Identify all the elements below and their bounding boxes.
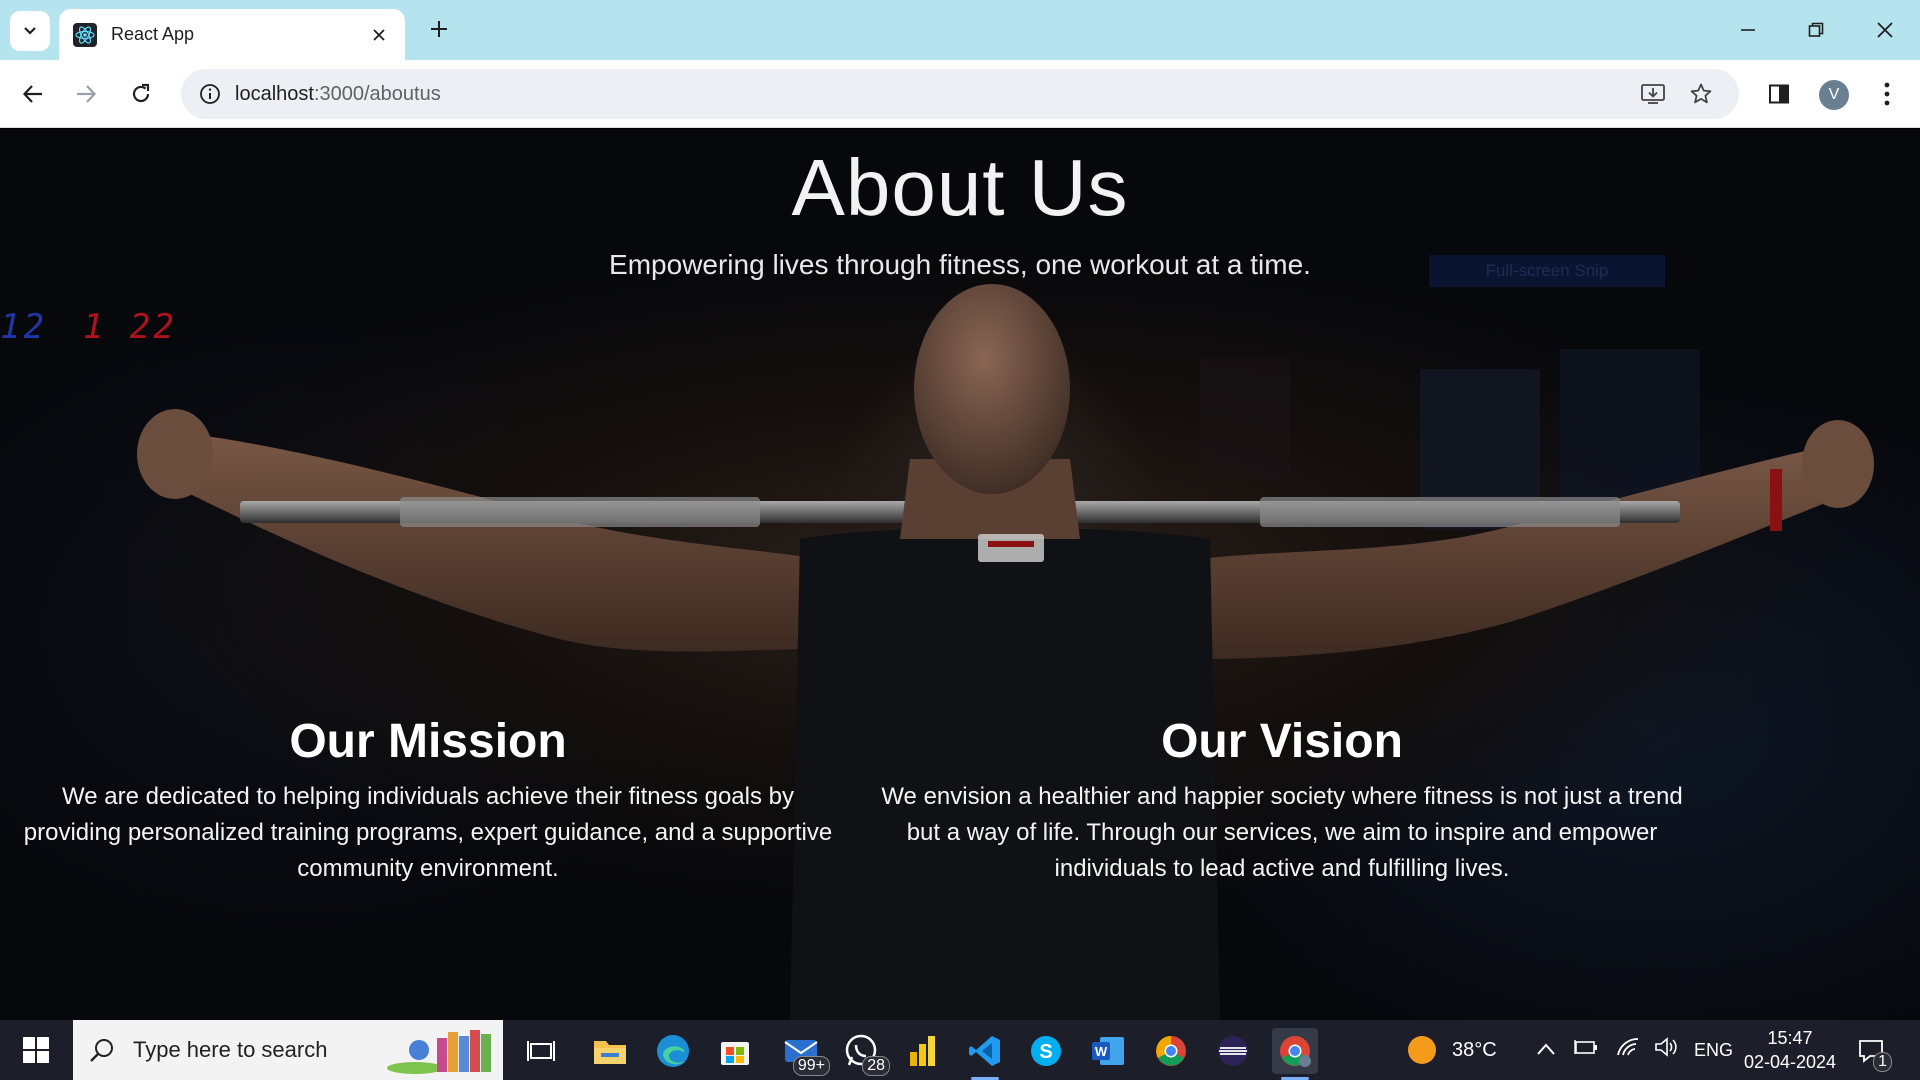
taskbar-time: 15:47 bbox=[1767, 1028, 1813, 1048]
browser-toolbar: localhost:3000/aboutus V bbox=[0, 60, 1920, 128]
taskbar-date: 02-04-2024 bbox=[1743, 1052, 1837, 1072]
snip-overlay-label: Full-screen Snip bbox=[1429, 255, 1665, 287]
restore-icon bbox=[1808, 22, 1824, 37]
sun-icon bbox=[1408, 1036, 1436, 1064]
folder-icon bbox=[594, 1041, 626, 1064]
browser-tab[interactable]: React App bbox=[59, 9, 405, 60]
notification-badge: 1 bbox=[1873, 1052, 1892, 1072]
vscode-icon bbox=[969, 1036, 1000, 1066]
vision-text: We envision a healthier and happier soci… bbox=[881, 783, 1683, 882]
plus-icon bbox=[431, 21, 447, 37]
svg-text:W: W bbox=[1095, 1044, 1108, 1059]
chrome-icon bbox=[1156, 1036, 1186, 1066]
search-placeholder: Type here to search bbox=[133, 1037, 328, 1062]
edge-browser-icon bbox=[657, 1035, 689, 1067]
url-path: :3000/aboutus bbox=[313, 82, 441, 105]
react-logo-icon bbox=[73, 22, 97, 47]
minimize-button[interactable] bbox=[1728, 10, 1768, 50]
url-text: localhost:3000/aboutus bbox=[235, 83, 441, 106]
url-host: localhost bbox=[235, 82, 314, 105]
about-us-page: About Us Empowering lives through fitnes… bbox=[0, 129, 1920, 1020]
power-bi-app[interactable] bbox=[900, 1028, 946, 1074]
language-indicator[interactable]: ENG bbox=[1694, 1040, 1733, 1061]
tab-close-icon[interactable] bbox=[367, 23, 391, 47]
install-app-icon[interactable] bbox=[1633, 74, 1673, 114]
power-bi-icon bbox=[910, 1036, 935, 1066]
eclipse-icon bbox=[1218, 1036, 1248, 1066]
site-info-icon[interactable] bbox=[185, 69, 235, 119]
restore-button[interactable] bbox=[1796, 10, 1836, 50]
side-panel-button[interactable] bbox=[1759, 74, 1799, 114]
chevron-up-icon[interactable] bbox=[1536, 1039, 1556, 1062]
volume-icon[interactable] bbox=[1654, 1037, 1678, 1063]
new-tab-button[interactable] bbox=[424, 14, 454, 44]
word-icon: W bbox=[1092, 1037, 1124, 1065]
minimize-icon bbox=[1741, 29, 1755, 31]
page-title: About Us bbox=[791, 143, 1129, 232]
whatsapp-badge: 28 bbox=[862, 1056, 890, 1076]
search-highlight-books-icon bbox=[387, 1030, 491, 1074]
back-button[interactable] bbox=[13, 74, 53, 114]
search-icon bbox=[87, 1035, 117, 1065]
windows-logo-icon bbox=[23, 1037, 49, 1063]
skype-icon: S bbox=[1031, 1036, 1061, 1066]
mail-badge: 99+ bbox=[792, 1056, 830, 1076]
edge-app[interactable] bbox=[650, 1028, 696, 1074]
arrow-right-icon bbox=[77, 85, 97, 103]
gym-clock-red-digits: 1 22 bbox=[82, 307, 177, 347]
skype-app[interactable]: S bbox=[1023, 1028, 1069, 1074]
tab-search-button[interactable] bbox=[10, 11, 50, 51]
store-icon bbox=[721, 1042, 749, 1065]
arrow-left-icon bbox=[22, 85, 42, 103]
mission-section: Our Mission We are dedicated to helping … bbox=[18, 714, 838, 887]
profile-avatar[interactable]: V bbox=[1819, 80, 1849, 110]
notification-center-button[interactable]: 1 bbox=[1848, 1028, 1894, 1074]
whatsapp-app[interactable]: 28 bbox=[838, 1028, 890, 1076]
chrome-profile-app[interactable] bbox=[1272, 1028, 1318, 1080]
side-panel-icon bbox=[1769, 84, 1789, 104]
browser-menu-button[interactable] bbox=[1867, 74, 1907, 114]
eclipse-app[interactable] bbox=[1210, 1028, 1256, 1074]
address-bar[interactable]: localhost:3000/aboutus bbox=[181, 69, 1739, 119]
file-explorer-app[interactable] bbox=[587, 1028, 633, 1074]
vscode-app[interactable] bbox=[962, 1028, 1008, 1080]
tab-title: React App bbox=[111, 24, 195, 44]
taskbar-clock[interactable]: 15:47 02-04-2024 bbox=[1730, 1026, 1850, 1074]
close-window-button[interactable] bbox=[1865, 10, 1905, 50]
reload-icon bbox=[132, 83, 150, 103]
mail-app[interactable]: 99+ bbox=[778, 1028, 830, 1076]
browser-tab-bar: React App bbox=[0, 0, 1920, 60]
system-tray: ENG bbox=[1536, 1020, 1733, 1080]
task-view-button[interactable] bbox=[518, 1028, 564, 1074]
chrome-app[interactable] bbox=[1148, 1028, 1194, 1074]
mission-heading: Our Mission bbox=[289, 715, 567, 768]
wifi-icon[interactable] bbox=[1616, 1037, 1640, 1063]
weather-temperature: 38°C bbox=[1452, 1038, 1497, 1061]
close-icon bbox=[1877, 22, 1893, 38]
taskbar-search-box[interactable]: Type here to search bbox=[73, 1020, 503, 1080]
more-vertical-icon bbox=[1884, 82, 1890, 106]
weather-widget[interactable]: 38°C bbox=[1408, 1020, 1497, 1080]
windows-taskbar: Type here to search 99+ 28 S W 38°C ENG … bbox=[0, 1020, 1920, 1080]
start-button[interactable] bbox=[13, 1032, 59, 1068]
svg-text:S: S bbox=[1039, 1041, 1052, 1063]
bookmark-star-icon[interactable] bbox=[1681, 74, 1721, 114]
forward-button[interactable] bbox=[66, 74, 106, 114]
chrome-profile-icon bbox=[1280, 1036, 1311, 1067]
mission-text: We are dedicated to helping individuals … bbox=[23, 783, 833, 882]
word-app[interactable]: W bbox=[1085, 1028, 1131, 1074]
battery-icon[interactable] bbox=[1574, 1038, 1598, 1062]
chevron-down-icon bbox=[24, 27, 36, 35]
vision-section: Our Vision We envision a healthier and h… bbox=[880, 714, 1684, 887]
reload-button[interactable] bbox=[121, 74, 161, 114]
microsoft-store-app[interactable] bbox=[712, 1028, 758, 1074]
vision-heading: Our Vision bbox=[1161, 715, 1403, 768]
gym-digital-clock: 12 1 22 bbox=[0, 307, 177, 347]
gym-clock-blue-digits: 12 bbox=[0, 307, 47, 347]
task-view-icon bbox=[527, 1041, 555, 1061]
